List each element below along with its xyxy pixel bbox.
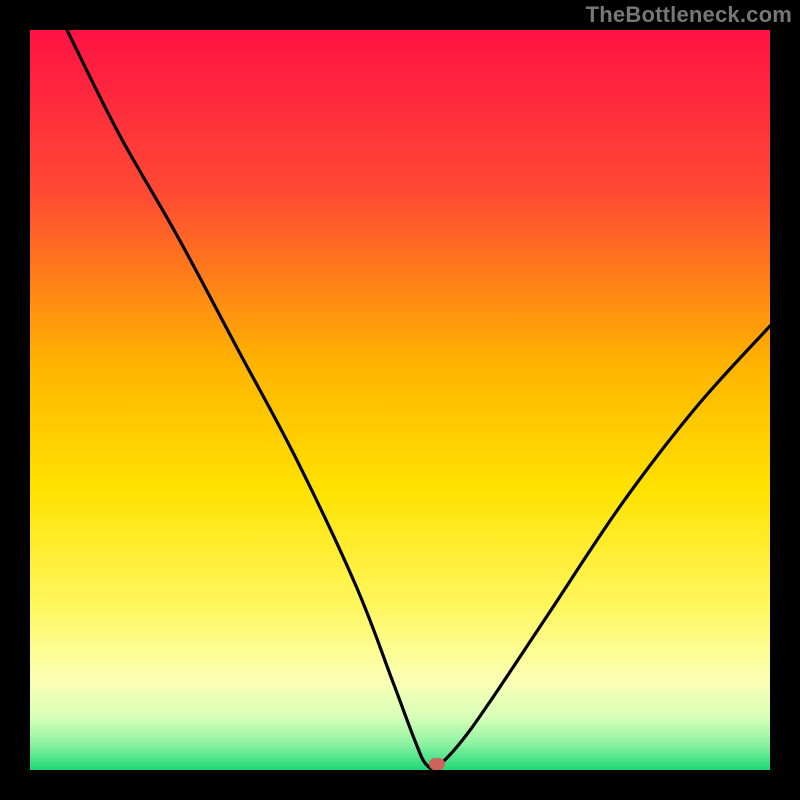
chart-frame: TheBottleneck.com (0, 0, 800, 800)
bottleneck-chart (30, 30, 770, 770)
attribution-label: TheBottleneck.com (586, 2, 792, 28)
gradient-background (30, 30, 770, 770)
plot-area (30, 30, 770, 770)
optimal-point-marker (429, 758, 445, 770)
